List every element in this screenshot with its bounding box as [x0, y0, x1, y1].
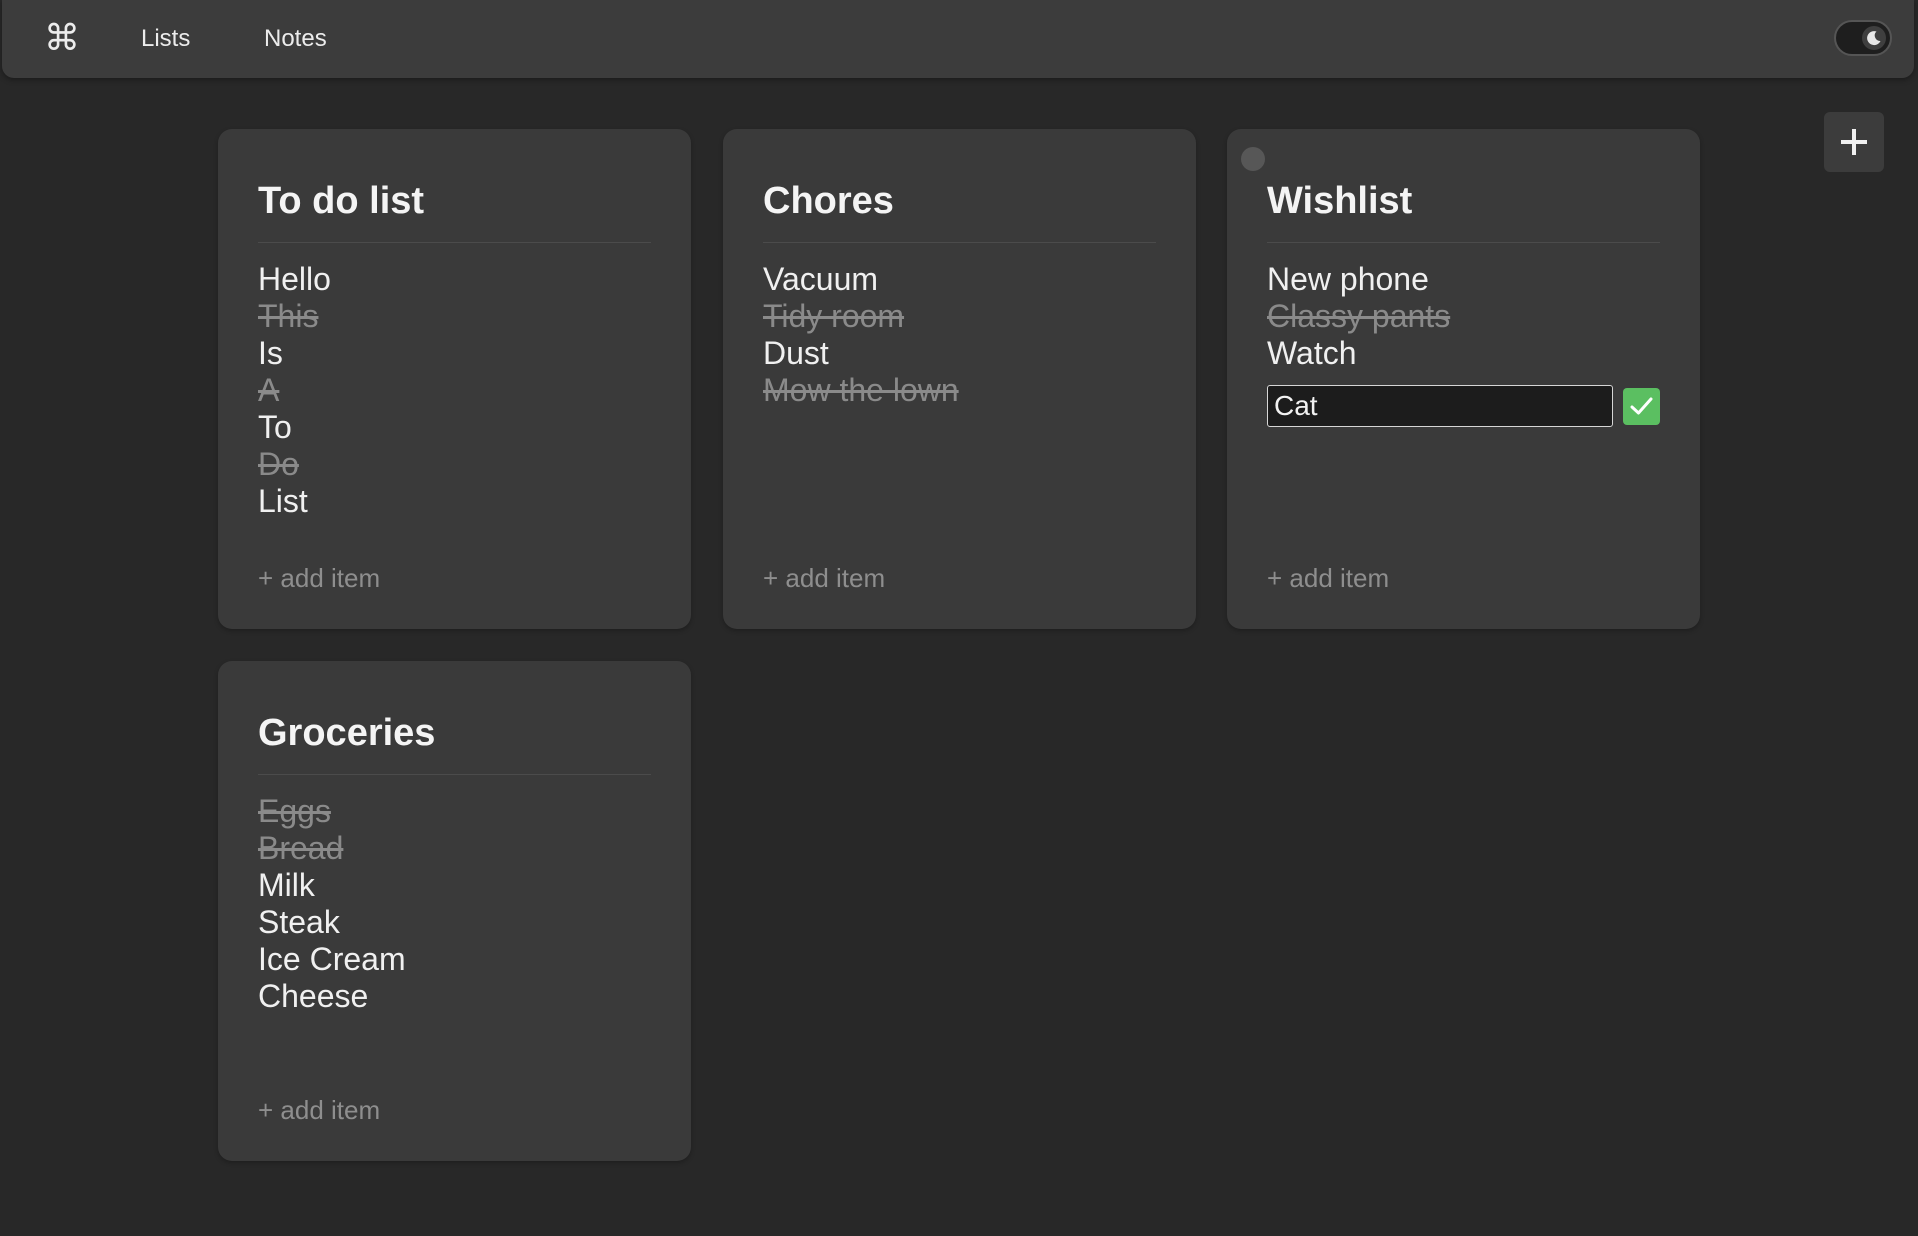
card-title: Groceries [258, 712, 436, 754]
list-item[interactable]: Dust [763, 335, 959, 372]
list-item-done[interactable]: Tidy room [763, 298, 959, 335]
add-list-button[interactable] [1824, 112, 1884, 172]
card-title: To do list [258, 180, 425, 222]
item-list: New phone Classy pants Watch [1267, 261, 1450, 372]
item-list: Eggs Bread Milk Steak Ice Cream Cheese [258, 793, 406, 1015]
nav-link-notes[interactable]: Notes [264, 24, 327, 54]
list-card-chores: Chores Vacuum Tidy room Dust Mow the low… [723, 129, 1196, 629]
list-item[interactable]: Steak [258, 904, 406, 941]
list-item-done[interactable]: A [258, 372, 331, 409]
moon-icon [1867, 31, 1881, 46]
new-item-row [1267, 385, 1661, 427]
list-item[interactable]: Hello [258, 261, 331, 298]
list-item[interactable]: New phone [1267, 261, 1450, 298]
confirm-item-button[interactable] [1623, 388, 1660, 425]
card-divider [1267, 242, 1660, 243]
list-item[interactable]: Milk [258, 867, 406, 904]
add-item-link[interactable]: + add item [1267, 563, 1389, 593]
top-nav-bar: ⌘ Lists Notes [2, 0, 1914, 78]
list-item[interactable]: Ice Cream [258, 941, 406, 978]
list-card-wishlist: Wishlist New phone Classy pants Watch + … [1227, 129, 1700, 629]
item-list: Vacuum Tidy room Dust Mow the lown [763, 261, 959, 409]
list-item[interactable]: Is [258, 335, 331, 372]
list-item[interactable]: List [258, 483, 331, 520]
list-item-done[interactable]: This [258, 298, 331, 335]
item-list: Hello This Is A To Do List [258, 261, 331, 520]
list-item[interactable]: Cheese [258, 978, 406, 1015]
add-item-link[interactable]: + add item [258, 563, 380, 593]
list-item-done[interactable]: Do [258, 446, 331, 483]
drag-handle[interactable] [1241, 147, 1265, 171]
list-card-groceries: Groceries Eggs Bread Milk Steak Ice Crea… [218, 661, 691, 1161]
list-item[interactable]: Vacuum [763, 261, 959, 298]
list-item-done[interactable]: Bread [258, 830, 406, 867]
card-divider [258, 242, 651, 243]
list-item[interactable]: Watch [1267, 335, 1450, 372]
add-item-link[interactable]: + add item [258, 1095, 380, 1125]
list-card-todo: To do list Hello This Is A To Do List + … [218, 129, 691, 629]
plus-icon [1841, 129, 1867, 155]
list-item-done[interactable]: Classy pants [1267, 298, 1450, 335]
toggle-knob [1862, 26, 1886, 50]
list-item-done[interactable]: Mow the lown [763, 372, 959, 409]
card-title: Chores [763, 180, 894, 222]
theme-toggle[interactable] [1834, 20, 1892, 56]
card-divider [763, 242, 1156, 243]
add-item-link[interactable]: + add item [763, 563, 885, 593]
card-title: Wishlist [1267, 180, 1413, 222]
command-icon[interactable]: ⌘ [44, 18, 80, 58]
list-item[interactable]: To [258, 409, 331, 446]
new-item-input[interactable] [1267, 385, 1613, 427]
card-divider [258, 774, 651, 775]
nav-link-lists[interactable]: Lists [141, 24, 190, 54]
list-item-done[interactable]: Eggs [258, 793, 406, 830]
checkmark-icon [1630, 397, 1653, 415]
